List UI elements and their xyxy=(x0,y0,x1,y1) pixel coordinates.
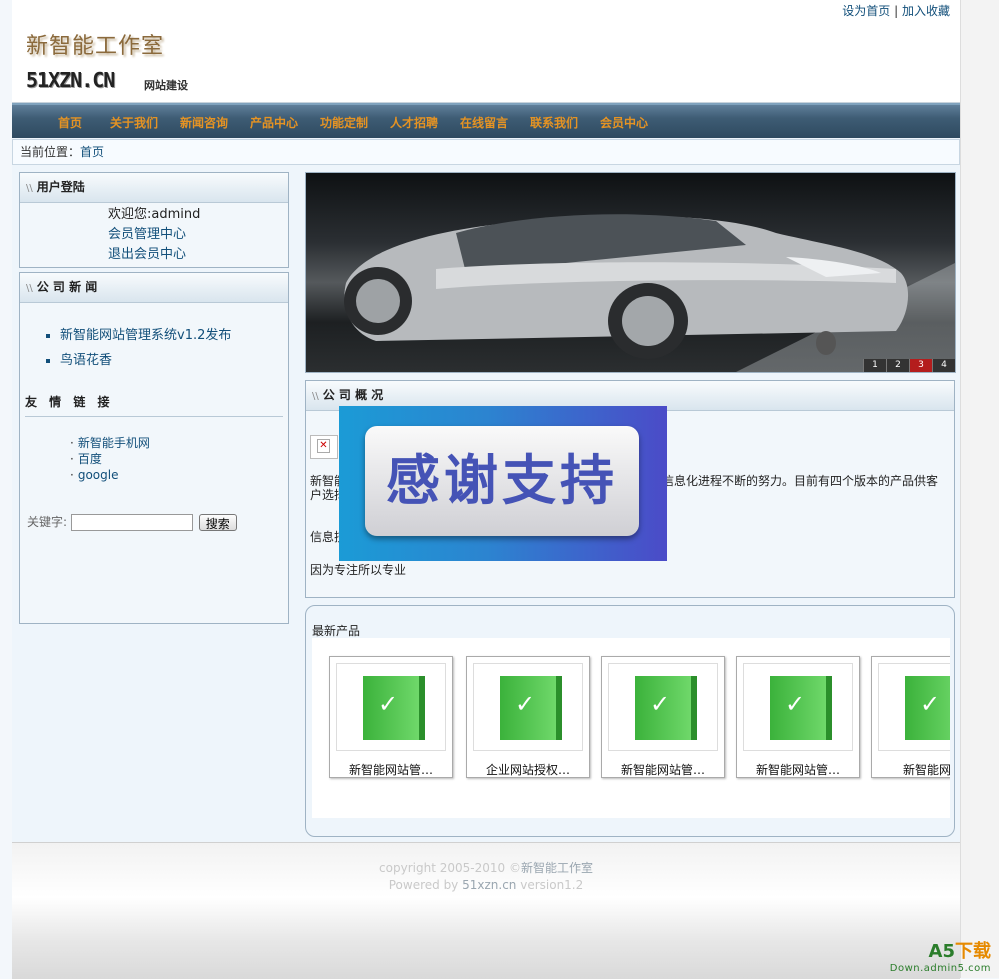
product-thumbnail xyxy=(473,663,583,751)
friend-links-list: 新智能手机网 百度 google xyxy=(20,435,288,483)
news-item[interactable]: 鸟语花香 xyxy=(60,348,288,373)
logo-text-en[interactable]: 51XZN.CN xyxy=(26,68,115,92)
double-slash-icon: \\ xyxy=(26,183,33,194)
news-list: 新智能网站管理系统v1.2发布 鸟语花香 xyxy=(20,323,288,373)
car-image xyxy=(344,214,955,372)
banner-page-button[interactable]: 1 xyxy=(863,359,886,372)
logo-subtitle: 网站建设 xyxy=(144,79,188,92)
nav-item-products[interactable]: 产品中心 xyxy=(250,114,298,131)
products-scroller: 新智能网站管… 企业网站授权… 新智能网站管… 新智能网站管… 新智能网站 xyxy=(312,638,950,818)
friend-links-title: 友 情 链 接 xyxy=(25,393,283,417)
banner-page-button-active[interactable]: 3 xyxy=(909,359,932,372)
product-name: 新智能网站管… xyxy=(348,763,433,777)
login-panel: \\ 用户登陆 欢迎您:admind 会员管理中心 退出会员中心 xyxy=(19,172,289,268)
news-panel-header: \\ 公 司 新 闻 xyxy=(20,273,288,303)
software-box-icon xyxy=(500,676,562,740)
watermark-site: Down.admin5.com xyxy=(889,963,991,974)
product-card[interactable]: 新智能网站管… xyxy=(329,656,453,778)
friend-link[interactable]: 新智能手机网 xyxy=(70,435,288,451)
news-panel-title: 公 司 新 闻 xyxy=(36,280,98,294)
toplinks-separator: | xyxy=(894,4,899,18)
page-scrollbar[interactable] xyxy=(960,0,999,978)
product-name: 新智能网站管… xyxy=(755,763,840,777)
footer-site-link[interactable]: 51xzn.cn xyxy=(462,878,516,892)
footer-company: 新智能工作室 xyxy=(520,861,593,875)
nav-item-member[interactable]: 会员中心 xyxy=(600,114,648,131)
product-name: 新智能网站 xyxy=(902,763,950,777)
footer-copyright: copyright 2005-2010 ©新智能工作室 xyxy=(12,843,960,876)
product-card[interactable]: 新智能网站 xyxy=(871,656,950,778)
friend-link[interactable]: google xyxy=(70,467,288,483)
banner-page-button[interactable]: 4 xyxy=(932,359,955,372)
product-thumbnail xyxy=(608,663,718,751)
nav-item-jobs[interactable]: 人才招聘 xyxy=(390,114,438,131)
footer-version: version1.2 xyxy=(516,878,584,892)
search-label: 关键字: xyxy=(27,515,68,529)
news-panel: \\公 司 新 闻 新智能网站管理系统v1.2发布 鸟语花香 友 情 链 接 新… xyxy=(19,272,289,624)
login-body: 欢迎您:admind 会员管理中心 退出会员中心 xyxy=(20,203,288,265)
banner-slideshow[interactable]: 1234 xyxy=(305,172,956,373)
nav-item-contact[interactable]: 联系我们 xyxy=(530,114,578,131)
nav-item-custom[interactable]: 功能定制 xyxy=(320,114,368,131)
login-panel-header: \\ 用户登陆 xyxy=(20,173,288,203)
logout-link[interactable]: 退出会员中心 xyxy=(108,245,288,265)
about-paragraph: 因为专注所以专业 xyxy=(310,563,407,577)
add-favorite-link[interactable]: 加入收藏 xyxy=(902,4,950,18)
product-card[interactable]: 新智能网站管… xyxy=(736,656,860,778)
nav-item-home[interactable]: 首页 xyxy=(58,114,82,131)
about-panel-title: 公 司 概 况 xyxy=(322,388,384,402)
news-item[interactable]: 新智能网站管理系统v1.2发布 xyxy=(60,323,288,348)
product-card[interactable]: 新智能网站管… xyxy=(601,656,725,778)
product-thumbnail xyxy=(878,663,950,751)
watermark-download: 下载 xyxy=(955,941,991,962)
friend-link[interactable]: 百度 xyxy=(70,451,288,467)
footer-copyright-prefix: copyright 2005-2010 © xyxy=(379,861,521,875)
product-thumbnail xyxy=(336,663,446,751)
search-button[interactable]: 搜索 xyxy=(198,514,237,531)
breadcrumb: 当前位置：首页 xyxy=(12,139,960,165)
header: 设为首页 | 加入收藏 新智能工作室 51XZN.CN 网站建设 xyxy=(12,0,960,103)
watermark-a5: A5 xyxy=(928,941,955,962)
thanks-overlay-image: 感谢支持 xyxy=(339,406,667,561)
nav-item-news[interactable]: 新闻咨询 xyxy=(180,114,228,131)
product-name: 新智能网站管… xyxy=(620,763,705,777)
double-slash-icon: \\ xyxy=(26,283,33,294)
nav-item-about[interactable]: 关于我们 xyxy=(110,114,158,131)
top-links: 设为首页 | 加入收藏 xyxy=(842,2,950,19)
search-row: 关键字: 搜索 xyxy=(27,513,237,531)
banner-page-button[interactable]: 2 xyxy=(886,359,909,372)
products-title: 最新产品 xyxy=(312,624,361,638)
member-center-link[interactable]: 会员管理中心 xyxy=(108,225,288,245)
login-panel-title: 用户登陆 xyxy=(36,180,85,194)
breadcrumb-home-link[interactable]: 首页 xyxy=(80,145,104,159)
breadcrumb-label: 当前位置： xyxy=(20,145,81,159)
software-box-icon xyxy=(635,676,697,740)
footer-powered: Powered by 51xzn.cn version1.2 xyxy=(12,876,960,892)
product-thumbnail xyxy=(743,663,853,751)
set-homepage-link[interactable]: 设为首页 xyxy=(842,4,890,18)
logo-text-cn[interactable]: 新智能工作室 xyxy=(26,28,164,60)
product-name: 企业网站授权… xyxy=(485,763,570,777)
main-nav: 首页 关于我们 新闻咨询 产品中心 功能定制 人才招聘 在线留言 联系我们 会员… xyxy=(12,103,960,138)
footer: copyright 2005-2010 ©新智能工作室 Powered by 5… xyxy=(12,842,960,979)
broken-image-icon xyxy=(310,435,338,459)
products-panel: 最新产品 新智能网站管… 企业网站授权… 新智能网站管… 新智能网站管… 新智能… xyxy=(305,605,955,837)
welcome-text: 欢迎您:admind xyxy=(108,207,201,222)
product-card[interactable]: 企业网站授权… xyxy=(466,656,590,778)
software-box-icon xyxy=(905,676,950,740)
software-box-icon xyxy=(770,676,832,740)
banner-pager: 1234 xyxy=(863,356,955,372)
search-input[interactable] xyxy=(70,514,193,531)
thanks-overlay-text: 感谢支持 xyxy=(365,426,639,536)
a5-watermark: A5下载 Down.admin5.com xyxy=(890,937,991,974)
double-slash-icon: \\ xyxy=(312,391,319,402)
about-para1-end: 信息化进程不断的努力。目前有四个版本的产品供客 xyxy=(662,474,939,488)
footer-powered-prefix: Powered by xyxy=(388,878,463,892)
nav-item-guestbook[interactable]: 在线留言 xyxy=(460,114,508,131)
software-box-icon xyxy=(363,676,425,740)
